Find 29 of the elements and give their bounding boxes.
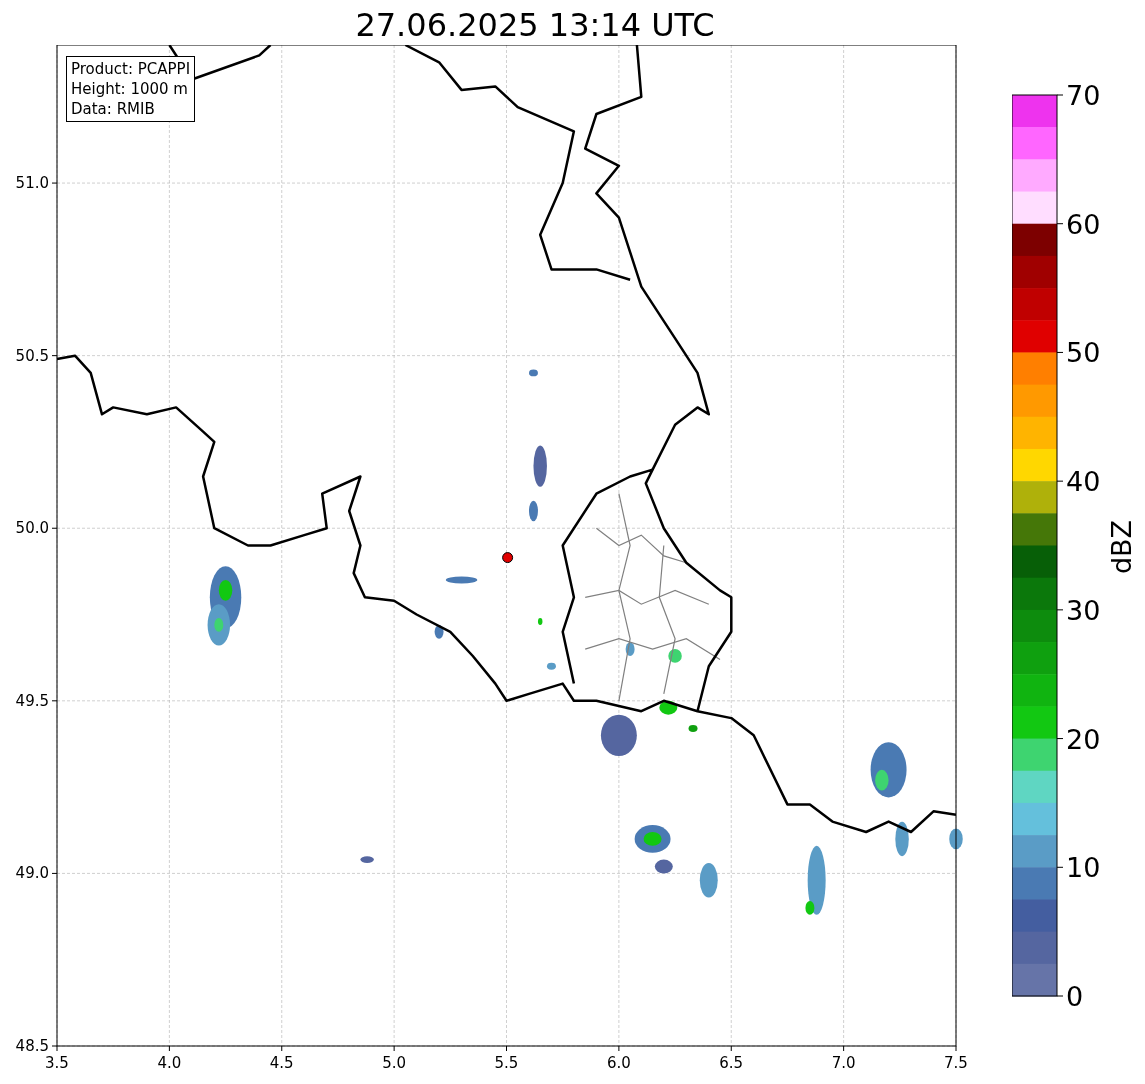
y-tick-label: 50.0 — [15, 519, 49, 538]
y-tick-label: 51.0 — [15, 174, 49, 193]
radar-site-marker — [502, 552, 514, 564]
colorbar-tick-label: 20 — [1066, 723, 1101, 755]
x-tick-label: 7.0 — [831, 1054, 856, 1072]
x-tick-label: 6.5 — [719, 1054, 744, 1072]
colorbar-tick-label: 40 — [1066, 466, 1101, 498]
x-tick-label: 4.0 — [157, 1054, 182, 1072]
colorbar-tick-label: 0 — [1066, 981, 1084, 1012]
colorbar-tick-label: 50 — [1066, 337, 1101, 369]
colorbar-label: dBZ — [1106, 519, 1137, 575]
chart-title: 27.06.2025 13:14 UTC — [354, 5, 715, 45]
colorbar-tick-label: 60 — [1066, 208, 1101, 240]
x-tick-label: 6.0 — [606, 1054, 631, 1072]
x-tick-label: 5.0 — [382, 1054, 407, 1072]
colorbar-tick-label: 30 — [1066, 594, 1101, 626]
colorbar-tick-label: 10 — [1066, 852, 1101, 884]
colorbar-tick-label: 70 — [1066, 80, 1101, 111]
x-tick-label: 7.5 — [944, 1054, 968, 1072]
info-text: Height: 1000 m — [71, 79, 189, 99]
x-tick-label: 3.5 — [45, 1054, 69, 1072]
y-tick-label: 49.0 — [15, 864, 49, 883]
info-text: Data: RMIB — [71, 99, 156, 119]
y-tick-label: 50.5 — [15, 346, 49, 365]
y-tick-label: 48.5 — [15, 1037, 49, 1055]
y-tick-label: 49.5 — [15, 691, 49, 710]
x-tick-label: 4.5 — [269, 1054, 294, 1072]
info-text: Product: PCAPPI — [71, 59, 191, 79]
x-tick-label: 5.5 — [494, 1054, 519, 1072]
